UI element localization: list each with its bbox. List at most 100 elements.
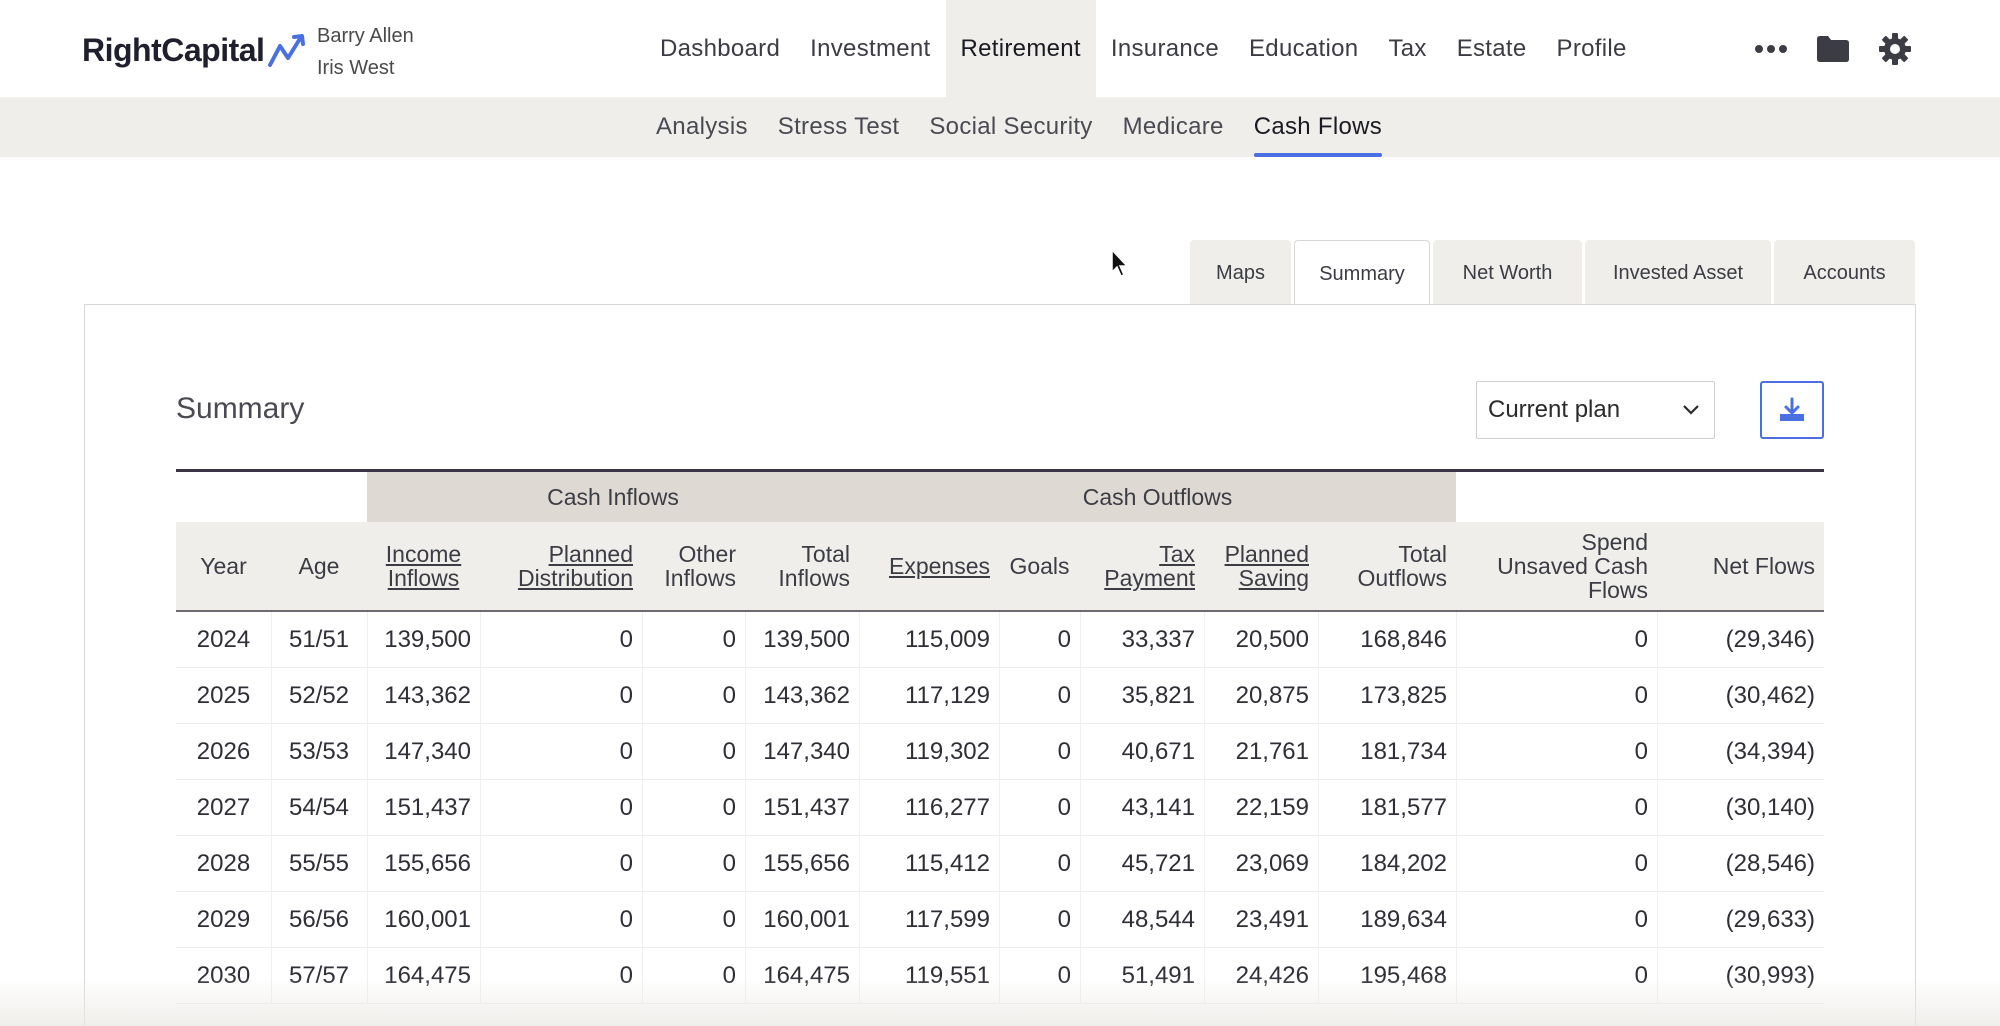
cell-total-outflows: 181,577	[1360, 794, 1447, 821]
table-row: 2025 52/52 143,362 0 0 143,362 117,129 0 35,821 2…	[176, 668, 1824, 724]
cell-planned-saving: 20,875	[1235, 682, 1309, 709]
cell-year: 2027	[196, 794, 251, 821]
cell-expenses: 116,277	[905, 794, 990, 821]
header-other-inflows: Other Inflows	[664, 541, 736, 591]
nav-item-dashboard[interactable]: Dashboard	[645, 0, 795, 97]
cell-tax-payment: 33,337	[1121, 626, 1195, 653]
cell-goals: 0	[1057, 794, 1071, 821]
cell-planned-distribution: 0	[619, 906, 633, 933]
subnav-stress-test[interactable]: Stress Test	[763, 97, 915, 157]
cell-planned-saving: 22,159	[1235, 794, 1309, 821]
cell-age: 54/54	[288, 794, 350, 821]
cell-spend-unsaved-cash-flows: 0	[1634, 794, 1648, 821]
client-secondary: Iris West	[317, 57, 395, 79]
cell-spend-unsaved-cash-flows: 0	[1634, 682, 1648, 709]
chevron-down-icon	[1683, 405, 1699, 415]
client-names[interactable]: Barry Allen Iris West	[317, 20, 414, 84]
table-row: 2026 53/53 147,340 0 0 147,340 119,302 0 40,671 2…	[176, 724, 1824, 780]
cell-age: 55/55	[288, 850, 350, 877]
header-total-inflows: Total Inflows	[778, 541, 850, 591]
cell-tax-payment: 51,491	[1121, 962, 1195, 989]
cell-expenses: 115,412	[905, 850, 990, 877]
cell-total-inflows: 147,340	[763, 738, 850, 765]
cell-tax-payment: 45,721	[1121, 850, 1195, 877]
tab-summary[interactable]: Summary	[1294, 240, 1430, 307]
cell-expenses: 115,009	[905, 626, 990, 653]
subnav-social-security[interactable]: Social Security	[914, 97, 1107, 157]
cell-net-flows: (29,633)	[1725, 906, 1815, 933]
header-net-flows: Net Flows	[1712, 553, 1815, 579]
cell-planned-distribution: 0	[619, 962, 633, 989]
cell-tax-payment: 43,141	[1121, 794, 1195, 821]
mouse-cursor-icon	[1111, 248, 1129, 277]
subnav-analysis[interactable]: Analysis	[641, 97, 763, 157]
cell-age: 56/56	[288, 906, 350, 933]
tab-maps[interactable]: Maps	[1190, 240, 1291, 306]
brand-name: RightCapital	[82, 31, 265, 68]
cell-planned-saving: 24,426	[1235, 962, 1309, 989]
header-tax-payment[interactable]: Tax Payment	[1080, 522, 1204, 610]
cell-expenses: 117,599	[905, 906, 990, 933]
cell-year: 2024	[196, 626, 251, 653]
header-planned-distribution[interactable]: Planned Distribution	[480, 522, 642, 610]
plan-select[interactable]: Current plan	[1476, 381, 1715, 439]
cell-spend-unsaved-cash-flows: 0	[1634, 850, 1648, 877]
cell-other-inflows: 0	[722, 906, 736, 933]
cell-other-inflows: 0	[722, 794, 736, 821]
cell-year: 2026	[196, 738, 251, 765]
table-header-row: Year Age Income Inflows Planned Distributi…	[176, 522, 1824, 612]
table-body: 2024 51/51 139,500 0 0 139,500 115,009 0 33,337 2…	[176, 612, 1824, 1004]
cell-age: 57/57	[288, 962, 350, 989]
cell-year: 2030	[196, 962, 251, 989]
nav-item-estate[interactable]: Estate	[1442, 0, 1542, 97]
tab-net-worth[interactable]: Net Worth	[1433, 240, 1582, 306]
nav-item-profile[interactable]: Profile	[1542, 0, 1642, 97]
cell-net-flows: (30,140)	[1725, 794, 1815, 821]
gear-icon[interactable]	[1864, 0, 1926, 97]
cell-planned-distribution: 0	[619, 794, 633, 821]
main-nav: Dashboard Investment Retirement Insurance Ed…	[645, 0, 1642, 97]
cell-age: 51/51	[288, 626, 350, 653]
download-button[interactable]	[1760, 381, 1824, 439]
cell-planned-saving: 23,069	[1235, 850, 1309, 877]
brand-logo[interactable]: RightCapital	[82, 30, 308, 70]
table-row: 2029 56/56 160,001 0 0 160,001 117,599 0 48,544 2…	[176, 892, 1824, 948]
cell-net-flows: (28,546)	[1725, 850, 1815, 877]
download-icon	[1780, 397, 1804, 421]
header-goals: Goals	[1009, 553, 1070, 579]
group-spacer-left	[176, 472, 367, 522]
nav-item-education[interactable]: Education	[1234, 0, 1373, 97]
view-tabs: Maps Summary Net Worth Invested Asset Accoun…	[1190, 240, 1918, 307]
header-spend-unsaved-cash-flows: Spend Unsaved Cash Flows	[1497, 529, 1648, 603]
cell-goals: 0	[1057, 682, 1071, 709]
cell-planned-distribution: 0	[619, 626, 633, 653]
cell-tax-payment: 48,544	[1121, 906, 1195, 933]
tab-invested-asset[interactable]: Invested Asset	[1585, 240, 1771, 306]
cell-net-flows: (30,462)	[1725, 682, 1815, 709]
folder-icon[interactable]	[1802, 0, 1864, 97]
more-icon[interactable]	[1740, 0, 1802, 97]
client-primary: Barry Allen	[317, 25, 414, 47]
header-expenses[interactable]: Expenses	[859, 522, 999, 610]
cell-goals: 0	[1057, 850, 1071, 877]
tab-accounts[interactable]: Accounts	[1774, 240, 1915, 306]
subnav-cash-flows[interactable]: Cash Flows	[1239, 97, 1397, 157]
cell-spend-unsaved-cash-flows: 0	[1634, 626, 1648, 653]
subnav-medicare[interactable]: Medicare	[1108, 97, 1239, 157]
nav-item-investment[interactable]: Investment	[795, 0, 945, 97]
cell-other-inflows: 0	[722, 682, 736, 709]
cell-net-flows: (30,993)	[1725, 962, 1815, 989]
cell-expenses: 119,302	[905, 738, 990, 765]
header-income-inflows[interactable]: Income Inflows	[367, 522, 480, 610]
nav-item-retirement[interactable]: Retirement	[945, 0, 1096, 97]
cell-income-inflows: 139,500	[384, 626, 471, 653]
cell-other-inflows: 0	[722, 738, 736, 765]
cell-total-outflows: 195,468	[1360, 962, 1447, 989]
header-total-outflows: Total Outflows	[1357, 541, 1447, 591]
cell-income-inflows: 160,001	[384, 906, 471, 933]
nav-item-insurance[interactable]: Insurance	[1096, 0, 1234, 97]
nav-icons	[1740, 0, 1926, 97]
header-planned-saving[interactable]: Planned Saving	[1204, 522, 1318, 610]
nav-item-tax[interactable]: Tax	[1373, 0, 1441, 97]
page-title: Summary	[176, 392, 305, 425]
